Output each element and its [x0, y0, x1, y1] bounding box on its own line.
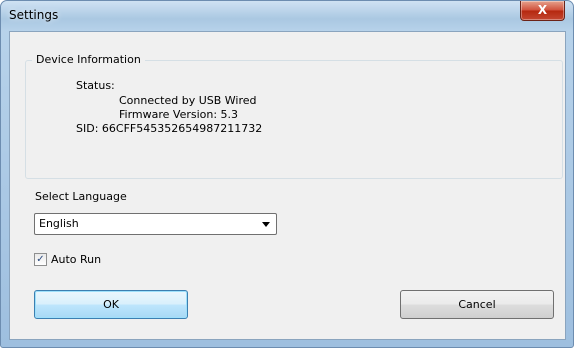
device-sid: SID: 66CFF545352654987211732 — [76, 122, 263, 135]
checkmark-icon: ✓ — [36, 254, 45, 265]
connection-status: Connected by USB Wired — [119, 94, 257, 107]
language-select[interactable]: English — [34, 213, 277, 235]
device-info-label: Device Information — [32, 53, 145, 66]
select-language-label: Select Language — [35, 190, 127, 203]
ok-button[interactable]: OK — [34, 290, 188, 319]
title-bar[interactable]: Settings X — [1, 1, 573, 31]
status-label: Status: — [76, 79, 115, 92]
window-title: Settings — [9, 8, 59, 22]
ok-button-label: OK — [103, 298, 119, 311]
firmware-version: Firmware Version: 5.3 — [119, 108, 239, 121]
language-selected-value: English — [39, 217, 79, 230]
cancel-button[interactable]: Cancel — [400, 290, 554, 319]
device-info-groupbox — [25, 60, 563, 179]
close-icon: X — [537, 3, 548, 17]
close-button[interactable]: X — [520, 1, 565, 21]
cancel-button-label: Cancel — [458, 298, 496, 311]
chevron-down-icon — [262, 222, 270, 227]
dialog-body: Device Information Status: Connected by … — [9, 31, 566, 340]
auto-run-label[interactable]: Auto Run — [51, 253, 101, 266]
settings-window: Settings X Device Information Status: Co… — [0, 0, 574, 348]
auto-run-checkbox[interactable]: ✓ — [34, 253, 47, 266]
